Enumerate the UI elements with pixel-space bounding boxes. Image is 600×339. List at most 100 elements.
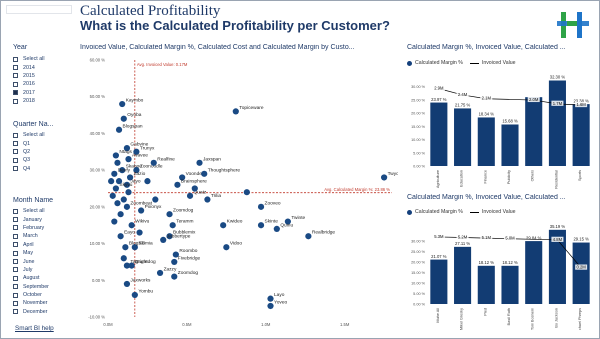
checkbox[interactable] [13, 90, 18, 96]
scatter-point[interactable] [123, 280, 131, 288]
margin-bar[interactable] [525, 97, 543, 166]
scatter-point[interactable] [117, 211, 124, 218]
margin-bar[interactable] [430, 259, 448, 304]
quarter-slicer-item[interactable]: Q3 [13, 156, 45, 164]
smart-bi-help-link[interactable]: Smart BI help [15, 325, 54, 332]
scatter-point[interactable] [115, 178, 123, 185]
checkbox[interactable] [13, 275, 18, 281]
scatter-point[interactable] [381, 174, 388, 181]
margin-bar[interactable] [501, 265, 519, 304]
month-slicer-item[interactable]: June [13, 257, 49, 265]
scatter-point[interactable] [120, 196, 127, 203]
margin-bar[interactable] [548, 80, 566, 167]
scatter-point[interactable] [257, 222, 265, 229]
quarter-slicer-item[interactable]: Q1 [13, 139, 45, 147]
scatter-point[interactable] [186, 192, 194, 199]
scatter-point[interactable] [243, 189, 250, 196]
scatter-point[interactable] [114, 200, 121, 207]
year-slicer-item[interactable]: 2015 [13, 72, 45, 80]
scatter-point[interactable] [267, 295, 274, 302]
checkbox[interactable] [13, 208, 18, 214]
checkbox[interactable] [13, 259, 18, 265]
scatter-point[interactable] [232, 108, 239, 115]
checkbox[interactable] [13, 73, 18, 79]
margin-bar[interactable] [430, 102, 448, 166]
scatter-point[interactable] [201, 170, 208, 177]
scatter-chart[interactable]: 60.00 % 50.00 % 40.00 % 30.00 % 20.00 % 10.00… [80, 55, 398, 331]
month-slicer-item[interactable]: January [13, 215, 49, 223]
scatter-point[interactable] [112, 152, 119, 159]
scatter-point[interactable] [273, 225, 280, 232]
page-navigator-box[interactable] [6, 5, 72, 14]
scatter-point[interactable] [117, 233, 124, 240]
margin-bar[interactable] [477, 117, 495, 166]
checkbox[interactable] [13, 267, 18, 273]
margin-bar[interactable] [501, 124, 519, 166]
month-slicer-item[interactable]: Select all [13, 207, 49, 215]
checkbox[interactable] [13, 233, 18, 239]
scatter-point[interactable] [115, 126, 123, 133]
margin-bar[interactable] [525, 241, 543, 304]
checkbox[interactable] [13, 132, 18, 138]
month-slicer-item[interactable]: November [13, 299, 49, 307]
scatter-point[interactable] [122, 244, 129, 251]
scatter-point[interactable] [305, 233, 312, 240]
scatter-point[interactable] [150, 159, 157, 166]
scatter-point[interactable] [112, 185, 119, 192]
scatter-point[interactable] [138, 207, 145, 214]
scatter-point[interactable] [128, 262, 135, 269]
month-slicer-item[interactable]: December [13, 308, 49, 316]
margin-bar[interactable] [572, 104, 590, 166]
month-slicer-item[interactable]: September [13, 283, 49, 291]
scatter-point[interactable] [156, 269, 164, 277]
scatter-point[interactable] [169, 222, 176, 229]
checkbox[interactable] [13, 65, 18, 71]
checkbox[interactable] [13, 309, 18, 315]
checkbox[interactable] [13, 56, 18, 62]
month-slicer-item[interactable]: October [13, 291, 49, 299]
scatter-point[interactable] [111, 170, 118, 177]
checkbox[interactable] [13, 217, 18, 223]
checkbox[interactable] [13, 149, 18, 155]
scatter-point[interactable] [166, 211, 173, 218]
scatter-point[interactable] [125, 189, 132, 196]
scatter-point[interactable] [114, 159, 121, 166]
checkbox[interactable] [13, 141, 18, 147]
scatter-point[interactable] [120, 255, 127, 262]
year-slicer-item[interactable]: Select all [13, 55, 45, 63]
scatter-point[interactable] [267, 302, 274, 310]
checkbox[interactable] [13, 98, 18, 104]
checkbox[interactable] [13, 250, 18, 256]
margin-bar[interactable] [477, 265, 495, 304]
scatter-point[interactable] [204, 196, 211, 203]
scatter-point[interactable] [257, 203, 265, 210]
scatter-point[interactable] [128, 222, 135, 229]
year-slicer-item[interactable]: 2014 [13, 63, 45, 71]
month-slicer-item[interactable]: May [13, 249, 49, 257]
customer-bar-chart[interactable]: 30.00 % 25.00 % 20.00 % 15.00 % 10.00 % 5.00 … [405, 218, 595, 330]
checkbox[interactable] [13, 284, 18, 290]
checkbox[interactable] [13, 292, 18, 298]
scatter-point[interactable] [152, 196, 159, 203]
scatter-point[interactable] [191, 185, 198, 192]
checkbox[interactable] [13, 242, 18, 248]
scatter-point[interactable] [223, 244, 230, 251]
scatter-point[interactable] [196, 159, 203, 166]
year-slicer-item[interactable]: 2017 [13, 89, 45, 97]
scatter-point[interactable] [111, 218, 118, 225]
scatter-point[interactable] [123, 203, 131, 210]
margin-bar[interactable] [454, 108, 472, 166]
margin-bar[interactable] [454, 246, 472, 304]
scatter-point[interactable] [125, 156, 132, 163]
scatter-point[interactable] [174, 181, 181, 188]
month-slicer-item[interactable]: August [13, 274, 49, 282]
month-slicer-item[interactable]: July [13, 266, 49, 274]
year-slicer-item[interactable]: 2018 [13, 97, 45, 105]
scatter-point[interactable] [131, 291, 138, 299]
scatter-point[interactable] [119, 100, 126, 108]
scatter-point[interactable] [171, 273, 178, 280]
margin-bar[interactable] [572, 242, 590, 304]
checkbox[interactable] [13, 81, 18, 87]
month-slicer-item[interactable]: March [13, 232, 49, 240]
industry-bar-chart[interactable]: 30.00 % 25.00 % 20.00 % 15.00 % 10.00 % 5.00 … [405, 68, 595, 192]
